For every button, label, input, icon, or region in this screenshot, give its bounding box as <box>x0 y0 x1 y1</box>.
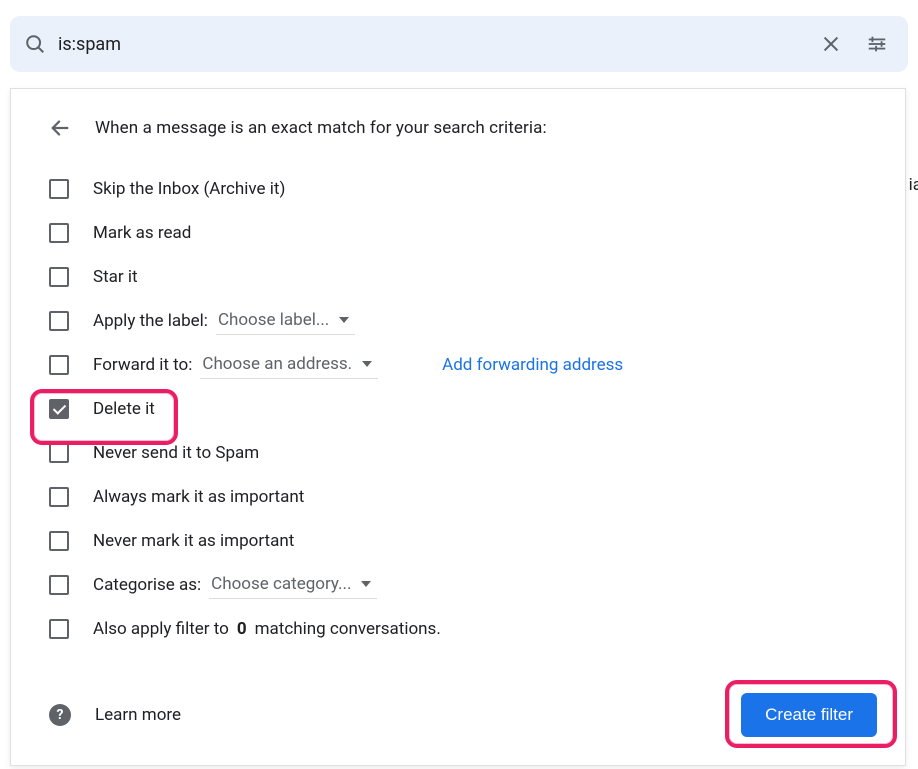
matching-count: 0 <box>237 619 247 639</box>
checkbox-mark-read[interactable] <box>49 223 69 243</box>
apply-label-text: Apply the label: <box>93 311 208 331</box>
learn-more-group: ? Learn more <box>49 704 181 726</box>
dropdown-forward-it-text: Choose an address. <box>202 354 352 374</box>
filter-footer: ? Learn more Create filter <box>49 693 877 737</box>
label-forward-it: Forward it to: Choose an address. <box>93 352 378 379</box>
option-apply-label: Apply the label: Choose label... <box>49 299 877 343</box>
search-icon <box>24 33 46 55</box>
dropdown-apply-label[interactable]: Choose label... <box>216 308 355 335</box>
dropdown-apply-label-text: Choose label... <box>218 310 329 330</box>
forward-it-text: Forward it to: <box>93 355 192 375</box>
search-options-icon[interactable] <box>860 27 894 61</box>
option-never-spam: Never send it to Spam <box>49 431 877 475</box>
back-arrow-icon[interactable] <box>49 117 71 139</box>
label-categorise: Categorise as: Choose category... <box>93 572 377 599</box>
label-apply-label: Apply the label: Choose label... <box>93 308 355 335</box>
option-forward-it: Forward it to: Choose an address. Add fo… <box>49 343 877 387</box>
learn-more-link[interactable]: Learn more <box>95 705 181 725</box>
search-bar: is:spam <box>10 16 908 72</box>
option-skip-inbox: Skip the Inbox (Archive it) <box>49 167 877 211</box>
option-mark-read: Mark as read <box>49 211 877 255</box>
clear-search-icon[interactable] <box>814 27 848 61</box>
help-icon[interactable]: ? <box>49 704 71 726</box>
dropdown-categorise-text: Choose category... <box>211 574 351 594</box>
checkbox-star-it[interactable] <box>49 267 69 287</box>
caret-down-icon <box>361 581 371 587</box>
option-categorise: Categorise as: Choose category... <box>49 563 877 607</box>
label-skip-inbox: Skip the Inbox (Archive it) <box>93 179 285 199</box>
caret-down-icon <box>339 317 349 323</box>
option-never-important: Never mark it as important <box>49 519 877 563</box>
checkbox-always-important[interactable] <box>49 487 69 507</box>
label-also-apply: Also apply filter to 0 matching conversa… <box>93 619 441 639</box>
also-apply-prefix: Also apply filter to <box>93 619 229 639</box>
label-star-it: Star it <box>93 267 138 287</box>
checkbox-delete-it[interactable] <box>49 399 69 419</box>
label-never-important: Never mark it as important <box>93 531 294 551</box>
caret-down-icon <box>362 361 372 367</box>
checkbox-skip-inbox[interactable] <box>49 179 69 199</box>
checkbox-never-spam[interactable] <box>49 443 69 463</box>
option-also-apply: Also apply filter to 0 matching conversa… <box>49 607 877 651</box>
checkbox-apply-label[interactable] <box>49 311 69 331</box>
label-delete-it: Delete it <box>93 399 155 419</box>
option-always-important: Always mark it as important <box>49 475 877 519</box>
checkbox-also-apply[interactable] <box>49 619 69 639</box>
option-star-it: Star it <box>49 255 877 299</box>
also-apply-suffix: matching conversations. <box>255 619 441 639</box>
create-filter-button[interactable]: Create filter <box>741 693 877 737</box>
option-delete-it: Delete it <box>49 387 877 431</box>
checkbox-never-important[interactable] <box>49 531 69 551</box>
filter-creation-panel: When a message is an exact match for you… <box>10 88 906 766</box>
filter-header-text: When a message is an exact match for you… <box>95 118 547 138</box>
label-mark-read: Mark as read <box>93 223 191 243</box>
dropdown-categorise[interactable]: Choose category... <box>209 572 377 599</box>
checkbox-categorise[interactable] <box>49 575 69 595</box>
search-query-text[interactable]: is:spam <box>58 34 802 55</box>
label-never-spam: Never send it to Spam <box>93 443 259 463</box>
background-overflow-text: ia <box>909 175 918 195</box>
add-forwarding-address-link[interactable]: Add forwarding address <box>442 355 623 375</box>
checkbox-forward-it[interactable] <box>49 355 69 375</box>
dropdown-forward-it[interactable]: Choose an address. <box>200 352 378 379</box>
filter-header-row: When a message is an exact match for you… <box>49 117 877 139</box>
label-always-important: Always mark it as important <box>93 487 304 507</box>
categorise-text: Categorise as: <box>93 575 201 595</box>
